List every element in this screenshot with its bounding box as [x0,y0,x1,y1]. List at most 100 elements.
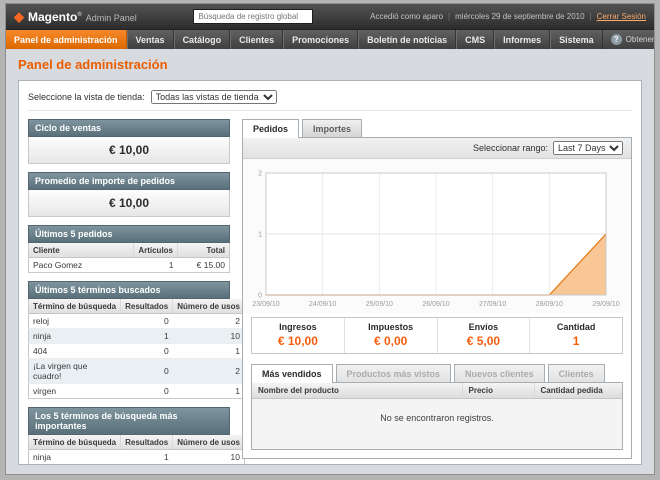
nav-item-clientes[interactable]: Clientes [230,30,283,49]
logout-link[interactable]: Cerrar Sesión [597,12,646,21]
table-cell: virgen [29,384,121,399]
stat-envios: Envíos€ 5,00 [437,318,530,353]
lifetime-sales-header: Ciclo de ventas [28,119,230,137]
table-row[interactable]: Paco Gomez1€ 15.00 [29,258,230,273]
stat-value: 1 [530,334,622,348]
dashboard-columns: Ciclo de ventas € 10,00 Promedio de impo… [28,119,632,455]
table-cell: reloj [29,314,121,329]
table-row[interactable]: ninja110 [29,450,245,465]
current-date: miércoles 29 de septiembre de 2010 [455,12,584,21]
table-row[interactable]: virgen01 [29,384,245,399]
stat-ingresos: Ingresos€ 10,00 [252,318,344,353]
stat-value: € 5,00 [438,334,530,348]
table-cell: 2 [173,359,245,384]
empty-records-message: No se encontraron registros. [252,399,622,449]
nav-item-catalogo[interactable]: Catálogo [174,30,231,49]
nav-item-cms[interactable]: CMS [456,30,494,49]
lifetime-sales-block: Ciclo de ventas € 10,00 [28,119,230,164]
svg-text:24/09/10: 24/09/10 [309,301,336,308]
tab-productos-mas-vistos[interactable]: Productos más vistos [336,364,452,382]
store-view-row: Seleccione la vista de tienda: Todas las… [28,90,632,111]
table-cell: 2 [173,465,245,466]
table-row[interactable]: ¡La virgen que cuadro!02 [29,359,245,384]
table-cell: 0 [121,359,173,384]
table-cell: ninja [29,450,121,465]
last-search-terms-block: Últimos 5 términos buscados Término de b… [28,281,230,399]
help-label: Obtener ayuda para esta página [626,35,655,44]
column-header-articulos: Artículos [134,243,178,258]
nav-item-ventas[interactable]: Ventas [127,30,174,49]
orders-chart: 01223/09/1024/09/1025/09/1026/09/1027/09… [243,159,631,313]
dashboard-panel: Seleccione la vista de tienda: Todas las… [18,80,642,465]
top-search-terms-header: Los 5 términos de búsqueda más important… [28,407,230,435]
table-cell: € 15.00 [178,258,230,273]
table-row[interactable]: ninja110 [29,329,245,344]
nav-item-promociones[interactable]: Promociones [283,30,358,49]
header-bar: ◆ Magento® Admin Panel Accedió como apar… [6,4,654,29]
table-row[interactable]: reloj02 [29,314,245,329]
table-cell: 10 [173,450,245,465]
tab-clientes[interactable]: Clientes [548,364,605,382]
nav-items: Panel de administraciónVentasCatálogoCli… [6,30,603,49]
store-view-label: Seleccione la vista de tienda: [28,92,145,102]
table-cell: 10 [173,329,245,344]
tab-importes[interactable]: Importes [302,119,362,137]
help-link[interactable]: ? Obtener ayuda para esta página [603,30,655,49]
last-orders-table: ClienteArtículosTotalPaco Gomez1€ 15.00 [28,243,230,273]
table-cell: ¡La virgen que cuadro! [29,359,121,384]
column-header-precio: Precio [462,383,534,399]
table-row[interactable]: 40401 [29,344,245,359]
nav-item-boletin-de-noticias[interactable]: Boletín de noticias [358,30,456,49]
nav-item-panel-de-administracion[interactable]: Panel de administración [6,30,127,49]
logo-sub-text: Admin Panel [86,13,137,23]
average-orders-header: Promedio de importe de pedidos [28,172,230,190]
svg-text:27/09/10: 27/09/10 [479,301,506,308]
tab-mas-vendidos[interactable]: Más vendidos [251,364,333,383]
main-nav: Panel de administraciónVentasCatálogoCli… [6,29,654,49]
magento-logo: ◆ Magento® Admin Panel [14,10,137,24]
page-title: Panel de administración [18,57,642,72]
column-header-resultados: Resultados [121,435,173,450]
column-header-termino-de-busqueda: Término de búsqueda [29,435,121,450]
sidebar-column: Ciclo de ventas € 10,00 Promedio de impo… [28,119,230,455]
column-header-numero-de-usos: Número de usos [173,435,245,450]
products-grid-box: Nombre del productoPrecioCantidad pedida… [251,382,623,450]
magento-logo-icon: ◆ [14,10,24,23]
stat-value: € 10,00 [252,334,344,348]
tab-nuevos-clientes[interactable]: Nuevos clientes [454,364,545,382]
svg-text:29/09/10: 29/09/10 [592,301,619,308]
products-table: Nombre del productoPrecioCantidad pedida [252,383,622,399]
tab-pedidos[interactable]: Pedidos [242,119,299,138]
svg-text:26/09/10: 26/09/10 [422,301,449,308]
user-area: Accedió como aparo | miércoles 29 de sep… [370,12,646,21]
table-cell: Paco Gomez [29,258,134,273]
table-header-row: ClienteArtículosTotal [29,243,230,258]
logo-brand-text: Magento® [28,10,82,24]
table-row[interactable]: reloj02 [29,465,245,466]
nav-item-sistema[interactable]: Sistema [550,30,603,49]
table-header-row: Término de búsquedaResultadosNúmero de u… [29,299,245,314]
admin-window: ◆ Magento® Admin Panel Accedió como apar… [5,3,655,475]
table-cell: 0 [121,344,173,359]
svg-text:2: 2 [258,171,262,178]
table-cell: 1 [173,344,245,359]
column-header-total: Total [178,243,230,258]
stat-impuestos: Impuestos€ 0,00 [344,318,437,353]
content-area: Panel de administración Seleccione la vi… [6,49,654,474]
table-cell: 1 [173,384,245,399]
table-cell: 404 [29,344,121,359]
store-view-select[interactable]: Todas las vistas de tienda [151,90,277,104]
orders-chart-box: Seleccionar rango: Last 7 Days 01223/09/… [242,137,632,459]
column-header-cliente: Cliente [29,243,134,258]
global-search-input[interactable] [193,9,313,24]
totals-bar: Ingresos€ 10,00Impuestos€ 0,00Envíos€ 5,… [251,317,623,354]
top-search-terms-table: Término de búsquedaResultadosNúmero de u… [28,435,245,465]
svg-text:28/09/10: 28/09/10 [536,301,563,308]
table-cell: 1 [121,450,173,465]
nav-item-informes[interactable]: Informes [494,30,550,49]
table-cell: 1 [134,258,178,273]
column-header-nombre-del-producto: Nombre del producto [252,383,462,399]
svg-text:25/09/10: 25/09/10 [366,301,393,308]
range-select[interactable]: Last 7 Days [553,141,623,155]
table-cell: reloj [29,465,121,466]
